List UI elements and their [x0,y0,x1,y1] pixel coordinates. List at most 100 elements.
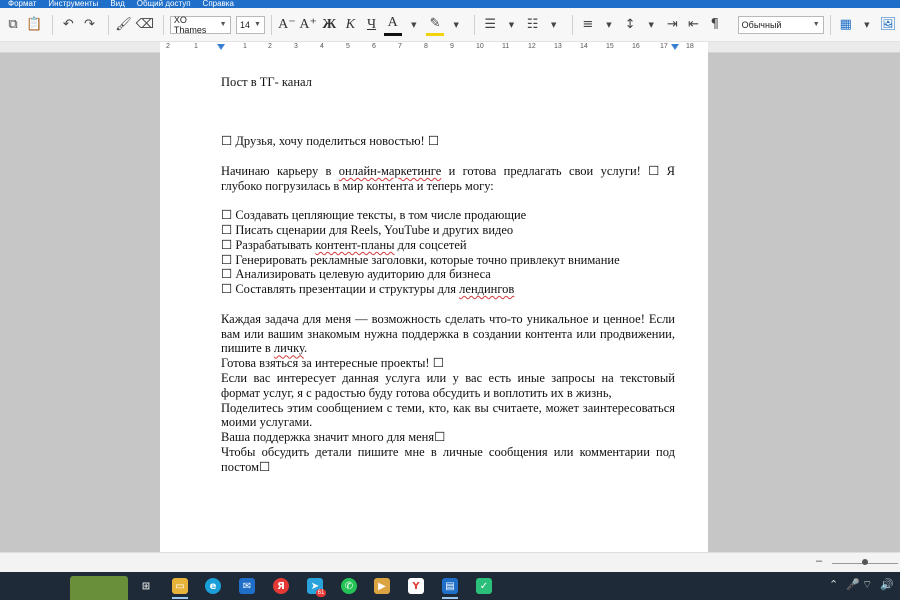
bulleted-list-icon[interactable]: ☰ [481,14,499,36]
ruler-label: 8 [424,43,428,50]
font-color-button[interactable]: A [383,14,402,36]
highlight-icon[interactable]: ✎ [425,14,445,36]
ruler-label: 1 [194,43,198,50]
paragraph-style-select[interactable]: Обычный ▼ [737,15,824,34]
bold-button[interactable]: Ж [320,14,338,36]
ruler-label: 2 [166,43,170,50]
intro-paragraph: ☐ Друзья, хочу поделиться новостью! ☐ [221,134,440,149]
chevron-down-icon[interactable]: ▼ [545,14,563,36]
ruler-label: 4 [320,43,324,50]
copy-icon[interactable]: ⧉ [4,14,22,36]
ruler-label: 13 [554,43,562,50]
text-run: ☐ Анализировать целевую аудиторию для би… [221,267,491,282]
right-indent-marker[interactable] [671,44,679,50]
redo-icon[interactable]: ↷ [80,14,98,36]
toolbar-divider [571,14,573,35]
zoom-out-button[interactable]: – [816,555,822,567]
ruler-label: 15 [606,43,614,50]
desktop-widget-icon[interactable] [70,576,128,600]
line-support: Ваша поддержка значит много для меня☐ [221,430,446,445]
toolbar-divider [162,14,164,35]
menu-item-format[interactable]: Формат [8,0,36,8]
menu-item-tools[interactable]: Инструменты [48,0,98,8]
text-run: Начинаю карьеру в [221,163,339,178]
toolbar: ⧉ 📋 ↶ ↷ 🖌 ⌫ XO Thames ▼ 14 ▼ A⁻ A⁺ Ж К Ч… [0,8,900,42]
chevron-down-icon[interactable]: ▼ [405,14,423,36]
left-indent-marker[interactable] [217,44,225,50]
toolbar-divider [829,14,831,35]
messenger-icon[interactable]: ✓ [476,578,492,594]
menu-item-help[interactable]: Справка [203,0,234,8]
align-icon[interactable]: ≡ [579,14,597,36]
status-bar: – [0,552,900,572]
office-app-icon[interactable]: ▤ [442,578,458,594]
chevron-down-icon[interactable]: ▼ [502,14,520,36]
edge-browser-icon[interactable]: e [205,578,221,594]
empty-line [221,193,675,208]
mail-icon[interactable]: ✉ [239,578,255,594]
ruler-label: 5 [346,43,350,50]
paragraph-career: Начинаю карьеру в онлайн-маркетинге и го… [221,164,675,194]
menu-bar: Формат Инструменты Вид Общий доступ Спра… [0,0,900,8]
telegram-unread-badge: 61 [316,589,326,597]
chevron-down-icon[interactable]: ▼ [447,14,465,36]
whatsapp-icon[interactable]: ✆ [341,578,357,594]
document-title-text: Пост в ТГ- канал [221,75,312,89]
ruler-label: 3 [294,43,298,50]
ruler[interactable]: 2 1 1 2 3 4 5 6 7 8 9 10 11 12 13 14 15 … [0,42,900,53]
chevron-up-icon[interactable]: ⌃ [829,578,838,591]
outdent-icon[interactable]: ⇤ [684,14,702,36]
format-painter-icon[interactable]: 🖌 [114,14,132,36]
undo-icon[interactable]: ↶ [59,14,77,36]
wifi-icon[interactable]: ⌔ [862,578,872,592]
numbered-list-icon[interactable]: ☷ [523,14,541,36]
text-run: для соцсетей [394,237,467,252]
increase-font-button[interactable]: A⁺ [299,14,317,36]
volume-icon[interactable]: 🔊 [880,578,894,591]
paragraph-style-value: Обычный [741,19,782,30]
font-size-select[interactable]: 14 ▼ [235,15,265,34]
document-title: Пост в ТГ- канал [221,75,675,90]
chevron-down-icon[interactable]: ▼ [642,14,660,36]
ruler-label: 12 [528,43,536,50]
list-item: ☐ Генерировать рекламные заголовки, кото… [221,253,675,268]
toolbar-divider [474,14,476,35]
ruler-label: 2 [268,43,272,50]
task-view-icon[interactable]: ⊞ [138,578,154,594]
text-run: ☐ Разрабатывать [221,237,316,252]
paragraph-task: Каждая задача для меня — возможность сде… [221,312,675,356]
document-area[interactable]: Пост в ТГ- канал ☐ Друзья, хочу поделить… [0,53,900,552]
document-body[interactable]: Пост в ТГ- канал ☐ Друзья, хочу поделить… [221,75,675,475]
paragraph-icon[interactable]: ¶ [706,14,724,36]
indent-icon[interactable]: ⇥ [663,14,681,36]
paste-icon[interactable]: 📋 [25,14,43,36]
table-icon[interactable]: ▦ [837,14,855,36]
document-page[interactable]: Пост в ТГ- канал ☐ Друзья, хочу поделить… [160,53,708,552]
ruler-label: 11 [502,43,510,50]
toolbar-divider [270,14,272,35]
insert-image-icon[interactable]: 🖼 [879,14,897,36]
menu-item-view[interactable]: Вид [110,0,124,8]
decrease-font-button[interactable]: A⁻ [278,14,296,36]
menu-item-sharing[interactable]: Общий доступ [137,0,191,8]
italic-button[interactable]: К [341,14,359,36]
yandex-icon[interactable]: Y [408,578,424,594]
line-spacing-icon[interactable]: ↕ [621,14,639,36]
microphone-icon[interactable]: 🎤 [846,578,860,591]
ruler-label: 16 [632,43,640,50]
file-explorer-icon[interactable]: ▭ [172,578,188,594]
chevron-down-icon[interactable]: ▼ [600,14,618,36]
chevron-down-icon: ▼ [812,21,820,28]
font-family-select[interactable]: XO Thames ▼ [169,14,231,35]
underline-button[interactable]: Ч [362,14,380,36]
text-run: ☐ Создавать цепляющие тексты, в том числ… [221,208,527,223]
chevron-down-icon[interactable]: ▼ [858,14,876,36]
yandex-browser-icon[interactable]: Я [273,578,289,594]
list-item: ☐ Составлять презентации и структуры для… [221,282,675,297]
zoom-slider-handle[interactable] [862,559,868,565]
media-player-icon[interactable]: ▶ [374,578,390,594]
font-family-value: XO Thames [173,14,207,35]
paragraph-contact: Чтобы обсудить детали пишите мне в личны… [221,444,675,474]
active-indicator [442,597,458,599]
clear-formatting-icon[interactable]: ⌫ [136,14,154,36]
